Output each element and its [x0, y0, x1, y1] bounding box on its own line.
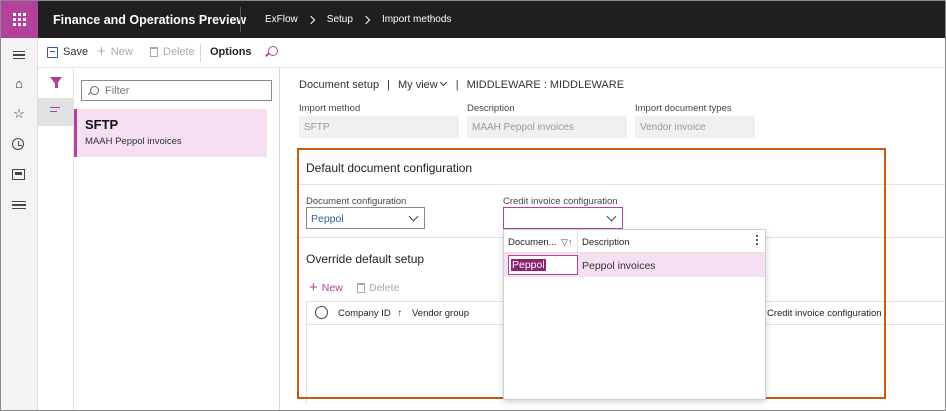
- header-separator: |: [387, 79, 390, 91]
- my-view-dropdown[interactable]: My view: [398, 78, 448, 91]
- search-icon[interactable]: [268, 46, 278, 56]
- workspaces-icon[interactable]: [12, 169, 25, 180]
- lookup-row[interactable]: Peppol Peppol invoices: [504, 253, 765, 277]
- import-document-types-field[interactable]: Vendor invoice: [635, 116, 755, 138]
- trash-icon: [150, 47, 158, 57]
- options-button[interactable]: Options: [210, 46, 252, 58]
- lookup-description-value: Peppol invoices: [582, 260, 656, 272]
- list-filter-strip: [38, 68, 74, 410]
- list-pane: Filter SFTP MAAH Peppol invoices: [74, 68, 280, 410]
- options-label: Options: [210, 46, 252, 58]
- import-method-field[interactable]: SFTP: [299, 116, 459, 138]
- import-document-types-label: Import document types: [635, 103, 732, 114]
- list-view-button[interactable]: [38, 98, 74, 126]
- divider: [240, 7, 241, 32]
- more-options-icon[interactable]: [756, 235, 759, 247]
- chevron-right-icon: [306, 15, 316, 24]
- page-header: Document setup | My view | MIDDLEWARE : …: [299, 78, 625, 91]
- breadcrumb-exflow[interactable]: ExFlow: [265, 14, 298, 25]
- document-setup-link[interactable]: Document setup: [299, 79, 379, 91]
- filter-placeholder: Filter: [105, 84, 130, 97]
- delete-button[interactable]: Delete: [150, 46, 195, 58]
- filter-input[interactable]: Filter: [81, 80, 272, 101]
- divider: [577, 230, 578, 253]
- breadcrumb-import-methods[interactable]: Import methods: [382, 14, 451, 25]
- delete-label: Delete: [163, 46, 195, 58]
- save-label: Save: [63, 46, 89, 58]
- chevron-down-icon: [439, 78, 447, 87]
- description-label: Description: [467, 103, 515, 114]
- list-item[interactable]: SFTP MAAH Peppol invoices: [74, 109, 267, 157]
- new-button[interactable]: + New: [97, 43, 133, 60]
- save-icon: [47, 46, 58, 58]
- credit-invoice-lookup: Documen... ▽↑ Description Peppol Peppol …: [503, 229, 766, 400]
- chevron-right-icon: [361, 15, 371, 24]
- record-title: MIDDLEWARE : MIDDLEWARE: [466, 79, 625, 91]
- app-frame: Finance and Operations Preview ExFlow Se…: [0, 0, 946, 411]
- hamburger-menu-icon[interactable]: [12, 49, 26, 63]
- lookup-cell-document[interactable]: Peppol: [508, 255, 578, 275]
- list-item-title: SFTP: [85, 117, 119, 132]
- lookup-column-description[interactable]: Description: [582, 237, 630, 248]
- clock-icon[interactable]: [12, 138, 24, 150]
- star-icon[interactable]: ☆: [12, 107, 26, 121]
- search-icon: [90, 86, 99, 95]
- app-title: Finance and Operations Preview: [53, 13, 247, 27]
- plus-icon: +: [97, 43, 106, 60]
- import-method-label: Import method: [299, 103, 361, 114]
- lookup-header: Documen... ▽↑ Description: [504, 230, 765, 253]
- new-label: New: [110, 46, 133, 58]
- waffle-icon: [13, 13, 26, 26]
- description-field[interactable]: MAAH Peppol invoices: [467, 116, 627, 138]
- lines-icon: [50, 107, 60, 109]
- breadcrumb: ExFlow Setup Import methods: [265, 14, 451, 25]
- home-icon[interactable]: ⌂: [12, 77, 26, 91]
- left-nav: ⌂ ☆: [1, 38, 38, 410]
- top-bar: Finance and Operations Preview ExFlow Se…: [1, 1, 945, 38]
- list-item-subtitle: MAAH Peppol invoices: [85, 136, 182, 147]
- app-launcher-button[interactable]: [1, 1, 38, 38]
- filter-sort-icon[interactable]: ▽↑: [561, 237, 572, 248]
- action-bar: Save + New Delete Options: [38, 38, 945, 68]
- lookup-column-document[interactable]: Documen...: [508, 237, 557, 248]
- lookup-document-value: Peppol: [511, 259, 546, 271]
- header-separator: |: [455, 79, 459, 91]
- filter-icon[interactable]: [50, 77, 62, 88]
- save-button[interactable]: Save: [47, 46, 88, 58]
- breadcrumb-setup[interactable]: Setup: [327, 14, 353, 25]
- divider: [200, 44, 201, 62]
- modules-list-icon[interactable]: [12, 199, 26, 213]
